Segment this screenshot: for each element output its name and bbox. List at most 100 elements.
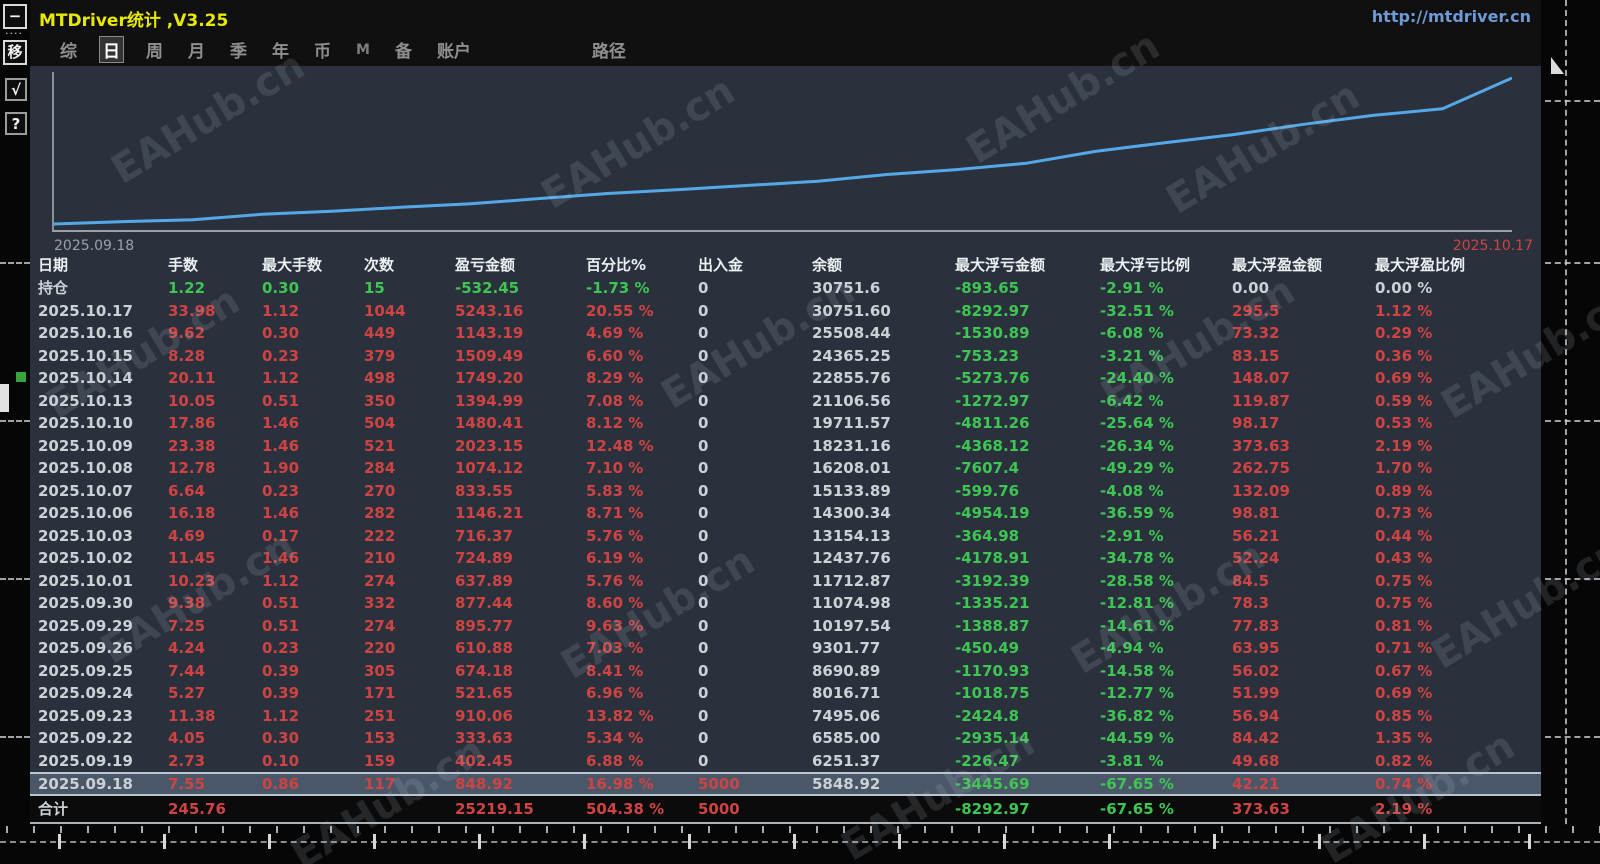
cell-max-float-loss-pct: -24.40 % <box>1100 369 1174 387</box>
table-row[interactable]: 2025.09.19 2.73 0.10 159 402.45 6.88 % 0 6251.3… <box>30 750 1541 773</box>
table-row[interactable]: 2025.10.14 20.11 1.12 498 1749.20 8.29 % 0 2285… <box>30 367 1541 390</box>
cell-max-lots: 1.12 <box>262 571 300 590</box>
cell-max-float-loss-pct: -14.61 % <box>1100 616 1174 635</box>
toolbar-dots: ···· <box>5 27 23 40</box>
table-row[interactable]: 2025.10.13 10.05 0.51 350 1394.99 7.08 % 0 2110… <box>30 390 1541 413</box>
table-row[interactable]: 2025.10.08 12.78 1.90 284 1074.12 7.10 % 0 1620… <box>30 457 1541 480</box>
cell-in-out: 0 <box>698 594 709 612</box>
minimize-button[interactable]: − <box>3 4 27 29</box>
table-row[interactable]: 2025.10.15 8.28 0.23 379 1509.49 6.60 % 0 24365… <box>30 345 1541 368</box>
grid-dash <box>0 736 30 738</box>
cell-date: 2025.10.14 <box>38 369 133 387</box>
help-button[interactable]: ? <box>5 112 27 135</box>
cell-in-out: 0 <box>698 729 709 747</box>
cell-pct: 6.60 % <box>586 346 644 365</box>
cell-max-float-profit-pct: 0.59 % <box>1375 391 1433 410</box>
position-row[interactable]: 持仓 1.22 0.30 15 -532.45 -1.73 % 0 30751.6 -893.6… <box>30 277 1541 300</box>
cell-max-float-profit-pct: 0.85 % <box>1375 706 1433 725</box>
table-row[interactable]: 2025.09.30 9.38 0.51 332 877.44 8.60 % 0 11074.… <box>30 592 1541 615</box>
cell-pct: 5.83 % <box>586 481 644 500</box>
cell-max-float-profit: 148.07 <box>1232 369 1290 387</box>
cell-pct: 7.08 % <box>586 391 644 410</box>
mt4-chart-background: − 移 √? ···· MTDriver统计 ,V3.25 http://mtdri… <box>0 0 1600 864</box>
cell-date: 2025.09.22 <box>38 729 133 747</box>
cell-max-float-loss-pct: -32.51 % <box>1100 301 1174 320</box>
cell-max-float-profit: 78.3 <box>1232 594 1270 612</box>
menu-item-月[interactable]: 月 <box>185 36 208 63</box>
cell-pct: 6.88 % <box>586 751 644 770</box>
table-row[interactable]: 2025.09.23 11.38 1.12 251 910.06 13.82 % 0 7495… <box>30 705 1541 728</box>
menu-item-路径[interactable]: 路径 <box>589 36 629 63</box>
cell-in-out: 0 <box>698 526 709 545</box>
menu-item-日[interactable]: 日 <box>99 36 124 63</box>
menu-item-账户[interactable]: 账户 <box>434 36 474 63</box>
cell-max-float-loss: -1018.75 <box>955 684 1030 702</box>
table-row[interactable]: 2025.09.18 7.55 0.86 117 848.92 16.98 % 5000 58… <box>30 772 1541 796</box>
menu-item-季[interactable]: 季 <box>227 36 250 63</box>
cell-max-float-profit: 295.5 <box>1232 301 1280 320</box>
grid-dash <box>1545 262 1600 264</box>
cell-max-float-profit-pct: 0.29 % <box>1375 324 1433 342</box>
apply-button[interactable]: √ <box>5 78 27 101</box>
table-row[interactable]: 2025.10.09 23.38 1.46 521 2023.15 12.48 % 0 182… <box>30 435 1541 458</box>
cell-max-lots: 0.39 <box>262 661 300 680</box>
table-row[interactable]: 2025.09.29 7.25 0.51 274 895.77 9.63 % 0 10197.… <box>30 615 1541 638</box>
table-row[interactable]: 2025.10.06 16.18 1.46 282 1146.21 8.71 % 0 1430… <box>30 502 1541 525</box>
cell-max-float-profit-pct: 0.74 % <box>1375 775 1433 793</box>
cell-count <box>364 796 455 822</box>
panel-titlebar[interactable]: MTDriver统计 ,V3.25 http://mtdriver.cn <box>30 0 1541 33</box>
menu-item-备[interactable]: 备 <box>392 36 415 63</box>
time-axis[interactable] <box>0 826 1600 864</box>
table-row[interactable]: 2025.10.16 9.62 0.30 449 1143.19 4.69 % 0 25508… <box>30 322 1541 345</box>
cell-lots: 12.78 <box>168 459 216 477</box>
cell-max-float-profit: 51.99 <box>1232 684 1280 702</box>
table-row[interactable]: 2025.09.25 7.44 0.39 305 674.18 8.41 % 0 8690.8… <box>30 660 1541 683</box>
cell-date: 2025.10.06 <box>38 504 133 522</box>
menu-item-周[interactable]: 周 <box>143 36 166 63</box>
cell-in-out: 0 <box>698 414 709 432</box>
total-row[interactable]: 合计 245.76 25219.15 504.38 % 5000 -8292.97 -67.… <box>30 796 1541 822</box>
equity-curve-svg <box>54 72 1512 230</box>
table-row[interactable]: 2025.10.02 11.45 1.46 210 724.89 6.19 % 0 12437… <box>30 547 1541 570</box>
cell-max-lots: 0.23 <box>262 346 300 365</box>
table-row[interactable]: 2025.10.07 6.64 0.23 270 833.55 5.83 % 0 15133.… <box>30 480 1541 503</box>
cell-max-float-loss-pct: -26.34 % <box>1100 436 1174 455</box>
move-button[interactable]: 移 <box>3 40 27 65</box>
table-row[interactable]: 2025.10.01 10.23 1.12 274 637.89 5.76 % 0 11712… <box>30 570 1541 593</box>
cell-in-out: 0 <box>698 481 709 500</box>
table-row[interactable]: 2025.10.10 17.86 1.46 504 1480.41 8.12 % 0 1971… <box>30 412 1541 435</box>
menu-item-币[interactable]: 币 <box>311 36 334 63</box>
cell-lots: 5.27 <box>168 684 206 702</box>
table-row[interactable]: 2025.10.03 4.69 0.17 222 716.37 5.76 % 0 13154.… <box>30 525 1541 548</box>
menu-item-M[interactable]: M <box>353 41 373 59</box>
cell-max-float-loss: -753.23 <box>955 346 1020 365</box>
cell-balance: 6251.37 <box>812 751 881 770</box>
cell-pnl: 716.37 <box>455 526 513 545</box>
menu-item-综[interactable]: 综 <box>57 36 80 63</box>
cell-pct: 4.69 % <box>586 324 644 342</box>
cell-date: 持仓 <box>38 279 69 297</box>
cell-count: 1044 <box>364 301 406 320</box>
time-axis-major-ticks <box>58 834 1600 849</box>
cell-pnl: 5243.16 <box>455 301 524 320</box>
table-row[interactable]: 2025.09.26 4.24 0.23 220 610.88 7.03 % 0 9301.7… <box>30 637 1541 660</box>
table-row[interactable]: 2025.09.24 5.27 0.39 171 521.65 6.96 % 0 8016.7… <box>30 682 1541 705</box>
cell-max-float-loss: -8292.97 <box>955 301 1030 320</box>
cell-max-float-profit: 83.15 <box>1232 346 1280 365</box>
cell-max-float-profit-pct: 0.43 % <box>1375 549 1433 567</box>
cell-max-float-profit-pct: 0.75 % <box>1375 594 1433 612</box>
cell-pct: -1.73 % <box>586 279 650 297</box>
table-row[interactable]: 2025.10.17 33.98 1.12 1044 5243.16 20.55 % 0 30… <box>30 300 1541 323</box>
menu-item-年[interactable]: 年 <box>269 36 292 63</box>
time-axis-minor-ticks <box>6 826 1600 833</box>
cell-lots: 245.76 <box>168 800 226 818</box>
cell-max-float-loss: -1388.87 <box>955 616 1030 635</box>
cell-pct: 8.60 % <box>586 594 644 612</box>
table-row[interactable]: 2025.09.22 4.05 0.30 153 333.63 5.34 % 0 6585.0… <box>30 727 1541 750</box>
cell-count: 379 <box>364 346 396 365</box>
cell-count: 282 <box>364 504 396 522</box>
cell-pct: 8.41 % <box>586 661 644 680</box>
cell-max-float-loss: -3445.69 <box>955 775 1030 793</box>
vendor-link[interactable]: http://mtdriver.cn <box>1372 7 1531 26</box>
cell-max-lots: 0.51 <box>262 391 300 410</box>
